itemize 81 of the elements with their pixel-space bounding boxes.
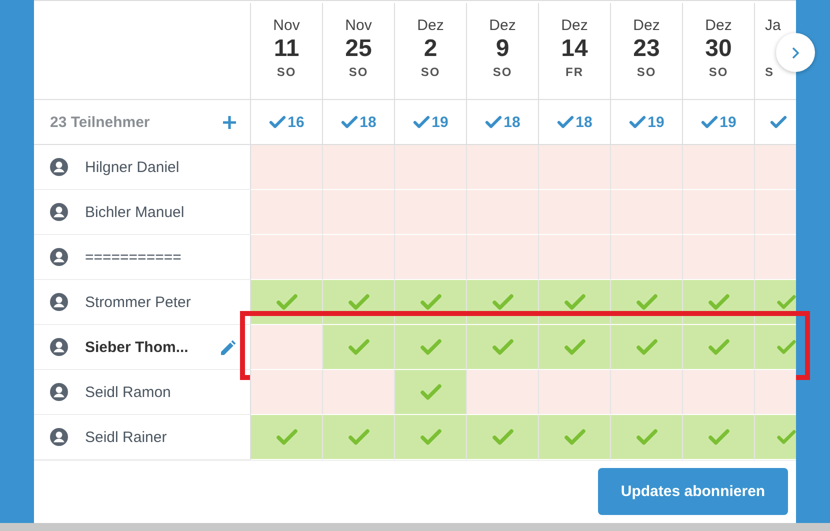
check-icon: [420, 383, 442, 401]
weekday-label: SO: [348, 64, 368, 81]
yes-count: 19: [432, 114, 448, 130]
check-icon: [777, 428, 796, 446]
check-icon: [636, 338, 658, 356]
person-icon: [50, 428, 68, 446]
person-icon: [50, 203, 68, 221]
check-icon: [348, 293, 370, 311]
check-icon: [564, 338, 586, 356]
check-icon: [564, 428, 586, 446]
day-number: 9: [496, 35, 510, 63]
check-icon: [708, 293, 730, 311]
check-icon: [412, 115, 430, 129]
yes-count: 18: [576, 114, 592, 130]
check-icon: [628, 115, 646, 129]
check-icon: [708, 338, 730, 356]
month-label: Dez: [489, 17, 516, 35]
check-icon: [492, 293, 514, 311]
check-icon: [420, 338, 442, 356]
participant-name: Seidl Ramon: [85, 384, 172, 400]
check-icon: [777, 338, 796, 356]
person-icon: [50, 383, 68, 401]
day-number: 14: [561, 35, 588, 63]
check-icon: [268, 115, 286, 129]
weekday-label: SO: [492, 64, 512, 81]
month-label: Nov: [273, 17, 300, 35]
weekday-label: SO: [276, 64, 296, 81]
month-label: Dez: [705, 17, 732, 35]
person-icon: [50, 158, 68, 176]
participant-name: ===========: [85, 248, 182, 266]
day-number: 2: [424, 35, 438, 63]
check-icon: [276, 293, 298, 311]
yes-count: 16: [288, 114, 304, 130]
month-label: Dez: [561, 17, 588, 35]
weekday-label: S: [765, 64, 774, 81]
check-icon: [770, 115, 787, 129]
month-label: Dez: [417, 17, 444, 35]
subscribe-button[interactable]: Updates abonnieren: [598, 468, 788, 515]
person-icon: [50, 338, 68, 356]
check-icon: [420, 428, 442, 446]
check-icon: [492, 338, 514, 356]
day-number: 11: [274, 35, 300, 63]
month-label: Nov: [345, 17, 372, 35]
check-icon: [340, 115, 358, 129]
person-icon: [50, 293, 68, 311]
day-number: 30: [705, 35, 732, 63]
yes-count: 19: [720, 114, 736, 130]
edit-icon[interactable]: [221, 340, 236, 354]
month-label: Dez: [633, 17, 660, 35]
check-icon: [276, 428, 298, 446]
check-icon: [777, 293, 796, 311]
participant-name: Strommer Peter: [85, 294, 192, 310]
weekday-label: SO: [636, 64, 656, 81]
weekday-label: FR: [566, 64, 584, 81]
person-icon: [50, 248, 68, 266]
check-icon: [492, 428, 514, 446]
check-icon: [556, 115, 574, 129]
day-number: 25: [345, 35, 372, 63]
month-label: Ja: [765, 17, 781, 35]
check-icon: [636, 428, 658, 446]
day-number: 23: [633, 35, 660, 63]
check-icon: [348, 338, 370, 356]
check-icon: [420, 293, 442, 311]
check-icon: [564, 293, 586, 311]
participant-count: 23 Teilnehmer: [50, 114, 150, 130]
yes-count: 18: [504, 114, 520, 130]
participant-name: Hilgner Daniel: [85, 158, 180, 176]
check-icon: [484, 115, 502, 129]
check-icon: [348, 428, 370, 446]
weekday-label: SO: [708, 64, 728, 81]
chevron-right-icon: [792, 46, 799, 58]
yes-count: 18: [360, 114, 376, 130]
weekday-label: SO: [420, 64, 440, 81]
add-icon[interactable]: [223, 116, 236, 128]
participant-name: Seidl Rainer: [85, 428, 168, 446]
check-icon: [636, 293, 658, 311]
participant-name: Sieber Thom...: [85, 338, 190, 356]
yes-count: 19: [648, 114, 664, 130]
check-icon: [708, 428, 730, 446]
check-icon: [700, 115, 718, 129]
participant-name: Bichler Manuel: [85, 204, 186, 220]
